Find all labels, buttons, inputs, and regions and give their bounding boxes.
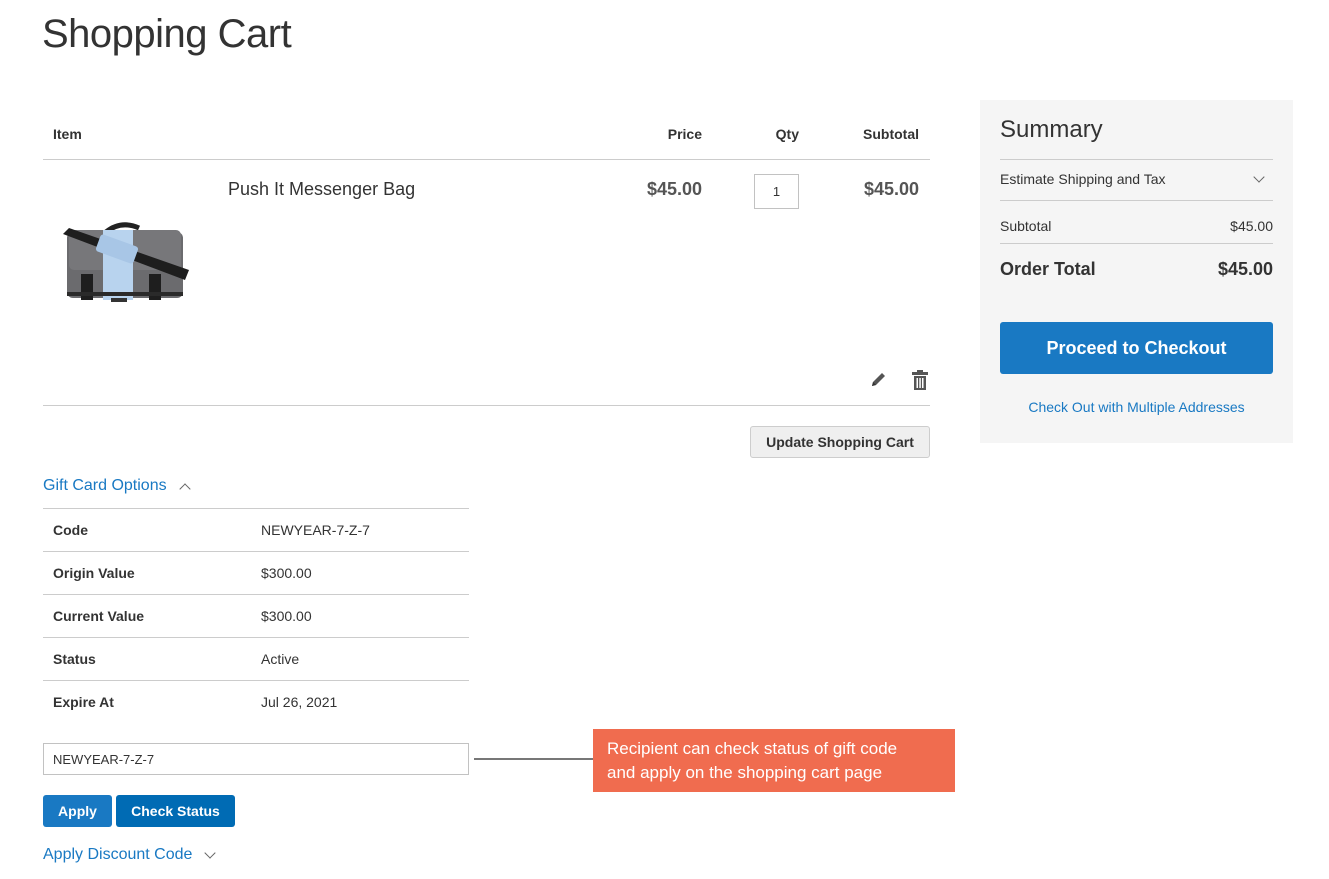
chevron-up-icon xyxy=(178,482,191,495)
pencil-icon[interactable] xyxy=(869,371,887,389)
summary-subtotal-label: Subtotal xyxy=(1000,218,1052,234)
header-item: Item xyxy=(53,126,82,142)
summary-subtotal-value: $45.00 xyxy=(1230,218,1273,234)
gift-row-value: $300.00 xyxy=(261,608,312,624)
annotation-callout: Recipient can check status of gift code … xyxy=(593,729,955,792)
gift-row-expire-at: Expire At Jul 26, 2021 xyxy=(43,681,469,724)
gift-card-options-label: Gift Card Options xyxy=(43,477,167,494)
gift-row-label: Current Value xyxy=(53,608,145,624)
annotation-line-2: and apply on the shopping cart page xyxy=(607,763,883,782)
annotation-connector-line xyxy=(474,758,594,760)
chevron-down-icon xyxy=(204,847,217,859)
gift-row-label: Code xyxy=(53,522,88,538)
gift-row-value: $300.00 xyxy=(261,565,312,581)
product-name-link[interactable]: Push It Messenger Bag xyxy=(228,179,415,200)
cart-table: Item Price Qty Subtotal Push It Messenge… xyxy=(43,110,930,406)
gift-row-value: Jul 26, 2021 xyxy=(261,694,338,710)
gift-row-value: NEWYEAR-7-Z-7 xyxy=(261,522,370,538)
summary-divider xyxy=(1000,200,1273,201)
header-subtotal: Subtotal xyxy=(863,126,919,142)
apply-gift-code-button[interactable]: Apply xyxy=(43,795,112,827)
summary-divider xyxy=(1000,243,1273,244)
estimate-shipping-label: Estimate Shipping and Tax xyxy=(1000,171,1166,187)
update-cart-button[interactable]: Update Shopping Cart xyxy=(750,426,930,458)
gift-row-value: Active xyxy=(261,651,300,667)
gift-card-options-toggle[interactable]: Gift Card Options xyxy=(43,477,191,495)
gift-row-origin-value: Origin Value $300.00 xyxy=(43,552,469,595)
order-total-label: Order Total xyxy=(1000,259,1096,279)
annotation-line-1: Recipient can check status of gift code xyxy=(607,739,898,758)
multiple-addresses-link[interactable]: Check Out with Multiple Addresses xyxy=(980,399,1293,415)
qty-input[interactable] xyxy=(754,174,799,209)
gift-row-label: Expire At xyxy=(53,694,114,710)
proceed-to-checkout-button[interactable]: Proceed to Checkout xyxy=(1000,322,1273,374)
order-total-value: $45.00 xyxy=(1217,259,1273,279)
item-subtotal: $45.00 xyxy=(863,179,919,199)
header-price: Price xyxy=(667,126,702,142)
gift-row-code: Code NEWYEAR-7-Z-7 xyxy=(43,509,469,552)
gift-row-label: Status xyxy=(53,651,96,667)
gift-card-info-table: Code NEWYEAR-7-Z-7 Origin Value $300.00 … xyxy=(43,508,469,724)
product-image[interactable] xyxy=(61,218,191,308)
trash-icon[interactable] xyxy=(912,370,928,390)
item-price: $45.00 xyxy=(646,179,702,199)
apply-discount-code-label: Apply Discount Code xyxy=(43,846,193,863)
header-qty: Qty xyxy=(775,126,799,142)
gift-code-input[interactable] xyxy=(43,743,469,775)
summary-title: Summary xyxy=(1000,116,1103,143)
cart-table-header: Item Price Qty Subtotal xyxy=(43,110,930,160)
apply-discount-code-toggle[interactable]: Apply Discount Code xyxy=(43,846,217,864)
check-status-button[interactable]: Check Status xyxy=(116,795,235,827)
gift-row-label: Origin Value xyxy=(53,565,135,581)
chevron-down-icon xyxy=(1253,171,1265,183)
gift-row-current-value: Current Value $300.00 xyxy=(43,595,469,638)
estimate-shipping-toggle[interactable]: Estimate Shipping and Tax xyxy=(1000,159,1273,200)
gift-row-status: Status Active xyxy=(43,638,469,681)
cart-item-row: Push It Messenger Bag $45.00 $45.00 xyxy=(43,160,930,406)
page-title: Shopping Cart xyxy=(42,12,292,56)
order-summary: Summary Estimate Shipping and Tax Subtot… xyxy=(980,100,1293,443)
